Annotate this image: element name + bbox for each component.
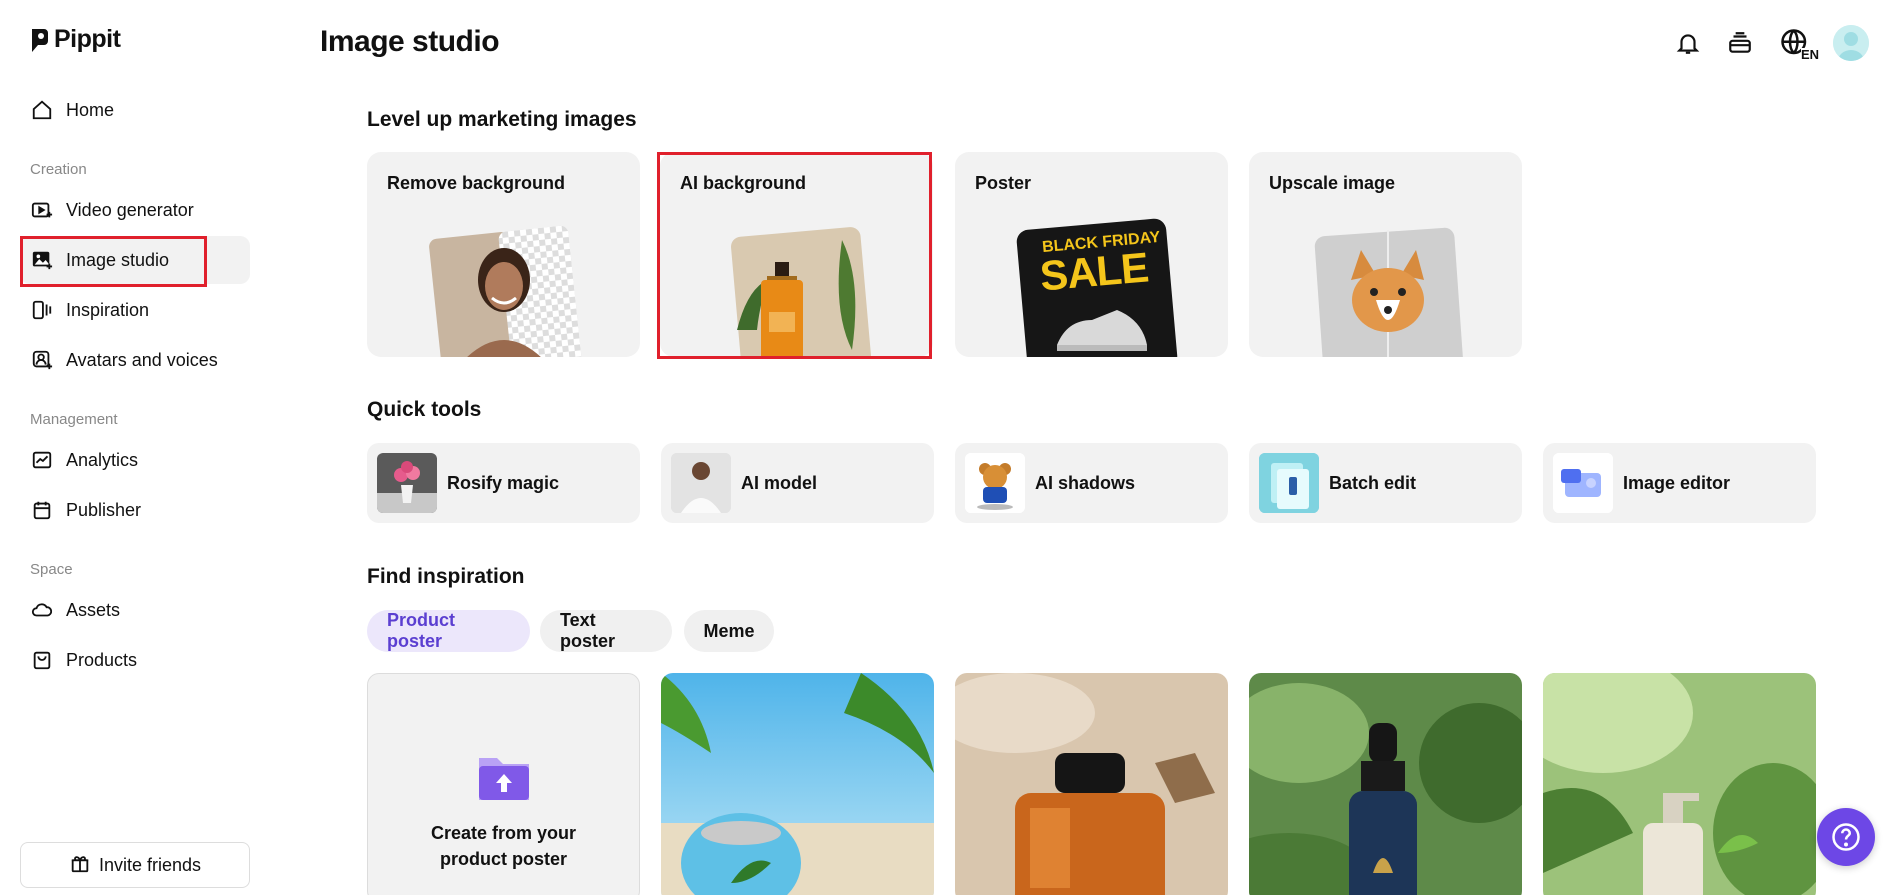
rose-vase-icon	[377, 453, 437, 513]
tool-label: Image editor	[1623, 472, 1731, 493]
chip-product-poster[interactable]: Product poster	[367, 610, 530, 652]
section-label-management: Management	[30, 411, 118, 428]
language-code: EN	[1800, 47, 1819, 62]
sidebar-item-avatars-and-voices[interactable]: Avatars and voices	[20, 336, 250, 384]
quick-tools-title: Quick tools	[367, 398, 482, 421]
app-name: Pippit	[54, 25, 121, 53]
image-editor-thumb	[1553, 453, 1613, 513]
section-label-space: Space	[30, 561, 73, 578]
inspiration-card-perfume[interactable]	[955, 673, 1228, 895]
ai-model-thumb	[671, 453, 731, 513]
analytics-icon	[30, 448, 54, 472]
notification-bell-icon[interactable]	[1671, 26, 1705, 60]
sidebar-item-assets[interactable]: Assets	[20, 586, 250, 634]
create-from-poster-card[interactable]: Create from your product poster	[367, 673, 640, 895]
cloud-icon	[30, 598, 54, 622]
top-toolbar: EN	[1671, 25, 1869, 62]
gift-icon	[69, 852, 91, 879]
sidebar-item-home[interactable]: Home	[20, 86, 250, 134]
pippit-logo-icon	[32, 28, 48, 52]
create-card-text-line1: Create from your	[430, 823, 577, 843]
sidebar: Pippit Home Creation Video generator Ima…	[0, 0, 270, 895]
sidebar-item-label: Publisher	[66, 499, 142, 520]
sidebar-item-label: Assets	[66, 599, 121, 620]
tool-image-editor[interactable]: Image editor	[1543, 443, 1816, 523]
level-up-title: Level up marketing images	[367, 108, 637, 131]
sidebar-item-label: Avatars and voices	[66, 349, 218, 370]
sidebar-item-video-generator[interactable]: Video generator	[20, 186, 250, 234]
calendar-icon	[30, 498, 54, 522]
home-icon	[30, 98, 54, 122]
inspiration-card-lotion[interactable]	[1543, 673, 1816, 895]
sidebar-item-label: Video generator	[66, 199, 194, 220]
sidebar-item-label: Home	[66, 99, 115, 120]
page-title: Image studio	[320, 25, 500, 58]
card-poster[interactable]: Poster BLACK FRIDAY SALE	[955, 152, 1228, 357]
user-avatar[interactable]	[1833, 25, 1869, 61]
tool-batch-edit[interactable]: Batch edit	[1249, 443, 1522, 523]
sidebar-item-publisher[interactable]: Publisher	[20, 486, 250, 534]
selection-highlight	[657, 152, 932, 359]
help-question-icon	[1832, 823, 1860, 851]
avatar-icon	[30, 348, 54, 372]
card-label: Poster	[975, 173, 1032, 193]
batch-edit-icon	[1259, 453, 1319, 513]
tool-label: AI model	[741, 472, 818, 493]
lotion-bottle-image	[1543, 673, 1816, 895]
soda-can-beach-image	[661, 673, 934, 895]
ai-shadows-thumb	[965, 453, 1025, 513]
sidebar-item-analytics[interactable]: Analytics	[20, 436, 250, 484]
sidebar-item-inspiration[interactable]: Inspiration	[20, 286, 250, 334]
create-card-text-line2: product poster	[439, 849, 567, 869]
sidebar-item-label: Products	[66, 649, 138, 670]
perfume-bottle-image	[955, 673, 1228, 895]
logo[interactable]: Pippit	[30, 25, 121, 54]
remove-background-art-icon	[428, 225, 581, 357]
tool-ai-model[interactable]: AI model	[661, 443, 934, 523]
sneaker-icon	[1056, 310, 1147, 351]
tool-rosify-magic[interactable]: Rosify magic	[367, 443, 640, 523]
upscale-image-art-icon	[1314, 227, 1463, 357]
card-remove-background[interactable]: Remove background	[367, 152, 640, 357]
product-bag-icon	[30, 648, 54, 672]
user-avatar-icon	[1833, 25, 1869, 61]
tool-label: AI shadows	[1035, 472, 1136, 493]
batch-edit-thumb	[1259, 453, 1319, 513]
subscription-icon[interactable]	[1723, 26, 1757, 60]
model-person-icon	[671, 453, 731, 513]
card-label: Upscale image	[1269, 173, 1396, 193]
chip-text-poster[interactable]: Text poster	[540, 610, 672, 652]
help-button[interactable]	[1817, 808, 1875, 866]
tool-label: Rosify magic	[447, 472, 560, 493]
tool-label: Batch edit	[1329, 472, 1417, 493]
invite-friends-button[interactable]: Invite friends	[20, 842, 250, 888]
inspiration-card-serum[interactable]	[1249, 673, 1522, 895]
card-upscale-image[interactable]: Upscale image	[1249, 152, 1522, 357]
create-card-text: Create from your product poster	[431, 820, 576, 872]
image-editor-icon	[1553, 453, 1613, 513]
sidebar-item-label: Inspiration	[66, 299, 150, 320]
find-inspiration-title: Find inspiration	[367, 565, 525, 588]
sidebar-item-products[interactable]: Products	[20, 636, 250, 684]
chip-meme[interactable]: Meme	[684, 610, 774, 652]
sidebar-item-label: Analytics	[66, 449, 139, 470]
tool-ai-shadows[interactable]: AI shadows	[955, 443, 1228, 523]
video-generator-icon	[30, 198, 54, 222]
upload-folder-icon	[478, 758, 529, 800]
invite-friends-label: Invite friends	[98, 854, 202, 875]
language-globe-icon[interactable]: EN	[1775, 26, 1819, 62]
poster-art: BLACK FRIDAY SALE	[1012, 217, 1178, 357]
serum-bottle-image	[1249, 673, 1522, 895]
poster-art-text-2: SALE	[1037, 243, 1150, 300]
card-label: Remove background	[387, 173, 566, 193]
section-label-creation: Creation	[30, 161, 87, 178]
teddy-bear-icon	[965, 453, 1025, 513]
selection-highlight	[20, 236, 207, 287]
rosify-magic-thumb	[377, 453, 437, 513]
inspiration-card-soda[interactable]	[661, 673, 934, 895]
inspiration-icon	[30, 298, 54, 322]
